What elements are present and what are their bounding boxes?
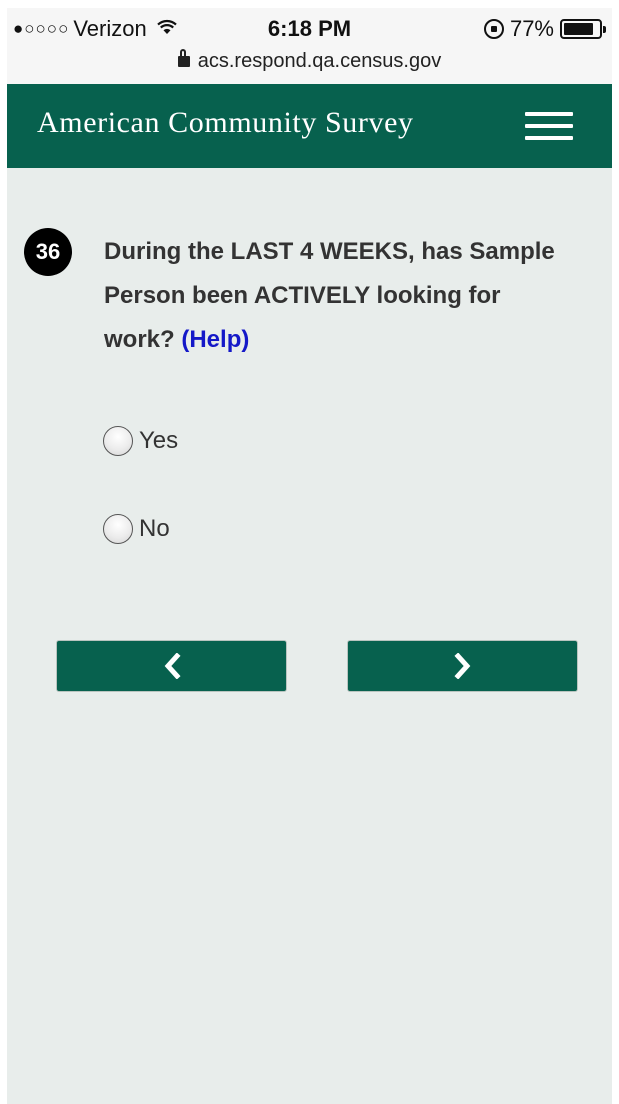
option-yes[interactable]: Yes (103, 426, 178, 456)
chevron-right-icon (453, 653, 470, 679)
no-radio[interactable] (103, 514, 133, 544)
battery-percent: 77% (509, 16, 554, 41)
rotation-lock-icon (483, 19, 504, 39)
next-button[interactable] (347, 640, 578, 692)
site-header: American Community Survey (7, 84, 612, 168)
question-text: During the LAST 4 WEEKS, has Sample Pers… (104, 238, 555, 353)
back-button[interactable] (56, 640, 287, 692)
option-no[interactable]: No (103, 514, 170, 544)
chevron-left-icon (164, 653, 181, 679)
address-bar[interactable]: acs.respond.qa.census.gov (7, 49, 612, 73)
option-label: Yes (139, 427, 179, 454)
question-number-badge: 36 (24, 228, 72, 276)
url-text: acs.respond.qa.census.gov (197, 50, 442, 72)
app-screen: ●○○○○ Verizon 6:18 PM 77% acs.respond.qa… (7, 8, 612, 1104)
lock-icon (177, 49, 190, 67)
yes-radio[interactable] (103, 426, 133, 456)
option-label: No (139, 515, 170, 542)
help-link[interactable]: (Help) (181, 326, 249, 353)
battery-icon (560, 19, 606, 39)
site-title: American Community Survey (37, 106, 414, 139)
status-bar: ●○○○○ Verizon 6:18 PM 77% acs.respond.qa… (7, 8, 612, 84)
question-text-block: During the LAST 4 WEEKS, has Sample Pers… (104, 230, 564, 362)
hamburger-menu-icon[interactable] (525, 108, 573, 144)
